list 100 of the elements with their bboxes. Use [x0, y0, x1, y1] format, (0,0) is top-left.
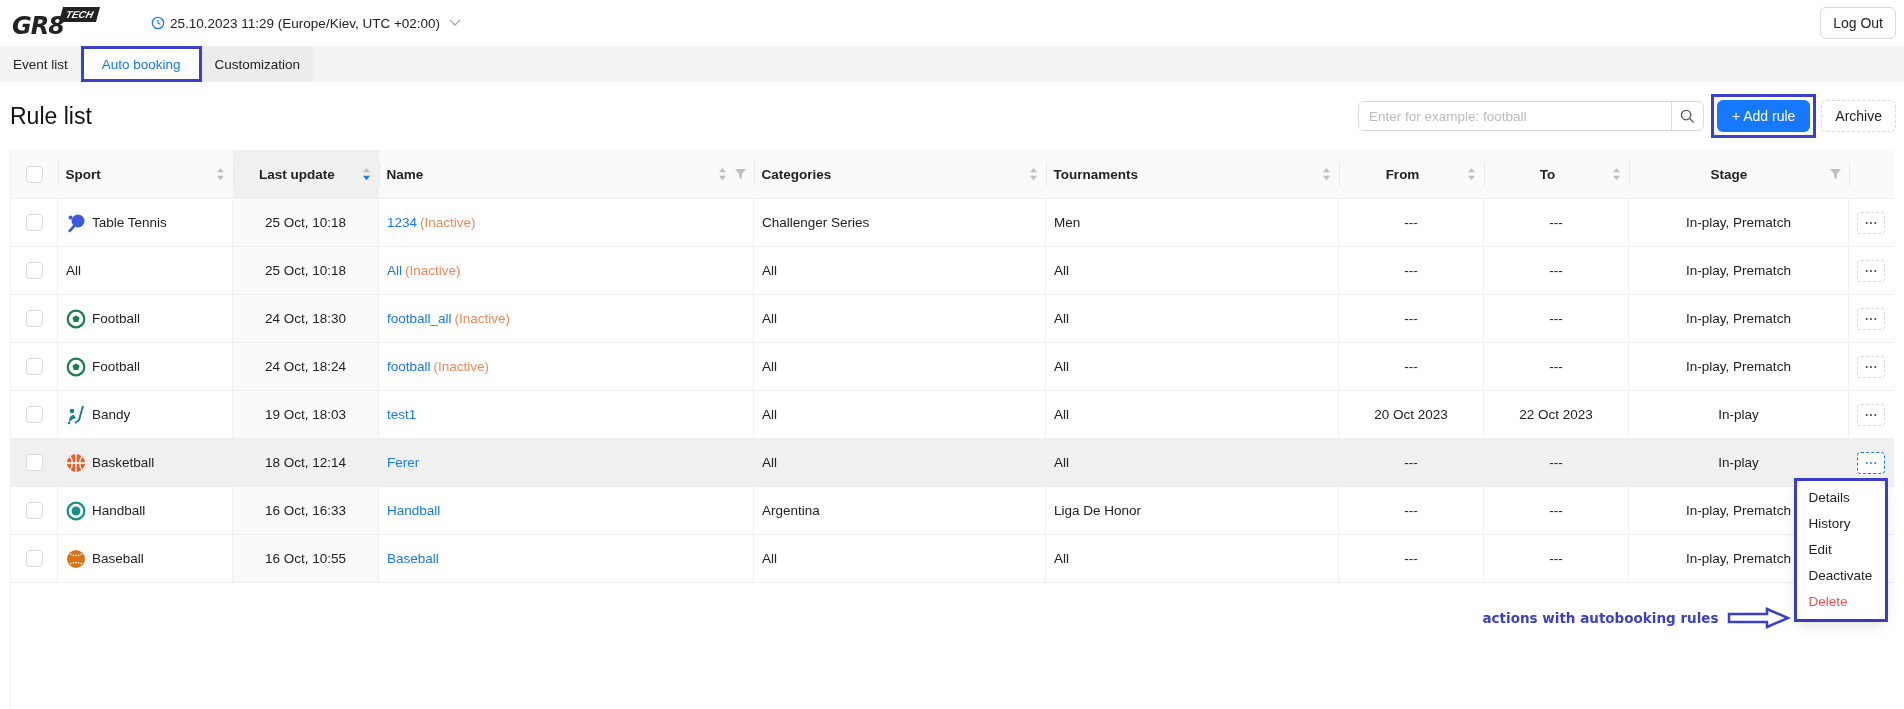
column-title: To: [1538, 166, 1557, 182]
row-checkbox[interactable]: [25, 358, 43, 375]
category-text: All: [762, 407, 777, 422]
sort-icon[interactable]: [215, 167, 225, 181]
status-label: (Inactive): [420, 215, 476, 230]
to-date-text: ---: [1549, 551, 1563, 566]
annotation-text: actions with autobooking rules: [1482, 609, 1719, 626]
column-header[interactable]: Stage: [1628, 150, 1849, 199]
from-date-text: ---: [1404, 503, 1418, 518]
menu-item[interactable]: Edit: [1800, 536, 1881, 563]
column-title: Name: [386, 166, 425, 182]
last-update-text: 16 Oct, 16:33: [264, 503, 347, 518]
sort-icon[interactable]: [1611, 167, 1621, 181]
stage-text: In-play, Prematch: [1686, 551, 1791, 566]
category-text: All: [762, 359, 777, 374]
stage-text: In-play, Prematch: [1686, 503, 1791, 518]
filter-icon[interactable]: [1829, 168, 1841, 180]
tournament-text: All: [1054, 263, 1069, 278]
tab[interactable]: Auto booking: [83, 49, 199, 79]
ellipsis-icon: [1865, 220, 1878, 225]
tab[interactable]: Event list: [0, 46, 81, 82]
rule-name-link[interactable]: football_all: [387, 311, 452, 326]
menu-item[interactable]: Details: [1800, 484, 1881, 511]
to-date-text: 22 Oct 2023: [1519, 407, 1593, 422]
arrow-icon: [1726, 606, 1791, 629]
row-checkbox[interactable]: [25, 502, 43, 519]
sort-icon[interactable]: [1321, 167, 1331, 181]
sort-icon[interactable]: [1028, 167, 1038, 181]
ball-icon: [66, 500, 86, 521]
to-date-text: ---: [1549, 455, 1563, 470]
row-checkbox[interactable]: [25, 406, 43, 423]
from-date-text: ---: [1404, 215, 1418, 230]
clock-icon: [151, 16, 165, 30]
soccer-ball-icon: [66, 308, 86, 329]
filter-icon[interactable]: [734, 168, 746, 180]
rule-name-link[interactable]: test1: [387, 407, 417, 422]
rule-name-link[interactable]: football: [387, 359, 431, 374]
last-update-text: 25 Oct, 10:18: [264, 215, 347, 230]
more-actions-button[interactable]: [1857, 451, 1886, 474]
category-text: Challenger Series: [762, 215, 870, 230]
status-label: (Inactive): [433, 359, 490, 374]
column-header[interactable]: Tournaments: [1045, 150, 1339, 199]
tournament-text: All: [1054, 359, 1069, 374]
row-checkbox[interactable]: [25, 550, 43, 567]
rule-name-link[interactable]: Ferer: [387, 455, 420, 470]
sort-icon[interactable]: [717, 167, 727, 181]
tournament-text: All: [1054, 455, 1069, 470]
paddle-icon: [66, 212, 86, 233]
last-update-text: 19 Oct, 18:03: [264, 407, 347, 422]
stage-text: In-play: [1718, 455, 1759, 470]
row-checkbox[interactable]: [25, 310, 43, 327]
column-title: Tournaments: [1053, 166, 1139, 182]
to-date-text: ---: [1549, 215, 1563, 230]
status-label: (Inactive): [454, 311, 511, 326]
column-header[interactable]: From: [1338, 150, 1484, 199]
row-checkbox[interactable]: [25, 214, 43, 231]
rule-name-link[interactable]: Baseball: [387, 551, 439, 566]
sport-name: Table Tennis: [92, 215, 167, 230]
chevron-down-icon[interactable]: [449, 19, 462, 27]
tournament-text: Liga De Honor: [1054, 503, 1142, 518]
column-header[interactable]: Name: [378, 150, 754, 199]
ellipsis-icon: [1865, 268, 1878, 273]
column-header[interactable]: Categories: [753, 150, 1046, 199]
stage-text: In-play, Prematch: [1686, 359, 1791, 374]
column-header[interactable]: To: [1483, 150, 1629, 199]
sort-icon[interactable]: [1466, 167, 1476, 181]
search-field[interactable]: Enter for example: football: [1357, 101, 1704, 131]
stage-text: In-play, Prematch: [1686, 311, 1791, 326]
soccer-ball-icon: [66, 356, 86, 377]
date-time-selector[interactable]: 25.10.2023 11:29 (Europe/Kiev, UTC +02:00): [170, 15, 441, 31]
rule-name-link[interactable]: All: [387, 263, 402, 278]
archive-button[interactable]: Archive: [1821, 100, 1896, 132]
menu-item[interactable]: History: [1800, 510, 1881, 537]
sport-name: Football: [92, 359, 141, 374]
menu-item[interactable]: Deactivate: [1800, 562, 1881, 589]
stage-text: In-play, Prematch: [1686, 215, 1791, 230]
from-date-text: ---: [1404, 455, 1418, 470]
row-checkbox[interactable]: [25, 262, 43, 279]
rule-name-link[interactable]: 1234: [387, 215, 418, 230]
sport-name: Basketball: [92, 455, 155, 470]
logout-button[interactable]: Log Out: [1820, 7, 1896, 39]
last-update-text: 18 Oct, 12:14: [264, 455, 347, 470]
stage-text: In-play: [1718, 407, 1759, 422]
category-text: All: [762, 455, 777, 470]
add-rule-button[interactable]: + Add rule: [1716, 100, 1811, 132]
ellipsis-icon: [1865, 412, 1878, 417]
tab[interactable]: Customization: [201, 46, 314, 82]
column-header[interactable]: Last update: [232, 150, 379, 199]
last-update-text: 25 Oct, 10:18: [264, 263, 347, 278]
select-all-checkbox[interactable]: [25, 165, 43, 183]
rule-name-link[interactable]: Handball: [387, 503, 441, 518]
column-title: Stage: [1709, 166, 1749, 182]
stage-text: In-play, Prematch: [1686, 263, 1791, 278]
from-date-text: ---: [1404, 263, 1418, 278]
column-header[interactable]: Sport: [57, 150, 233, 199]
sort-icon[interactable]: [361, 167, 371, 181]
row-checkbox[interactable]: [25, 454, 43, 471]
status-label: (Inactive): [405, 263, 461, 278]
last-update-text: 24 Oct, 18:24: [264, 359, 347, 374]
column-title: Sport: [65, 166, 102, 182]
